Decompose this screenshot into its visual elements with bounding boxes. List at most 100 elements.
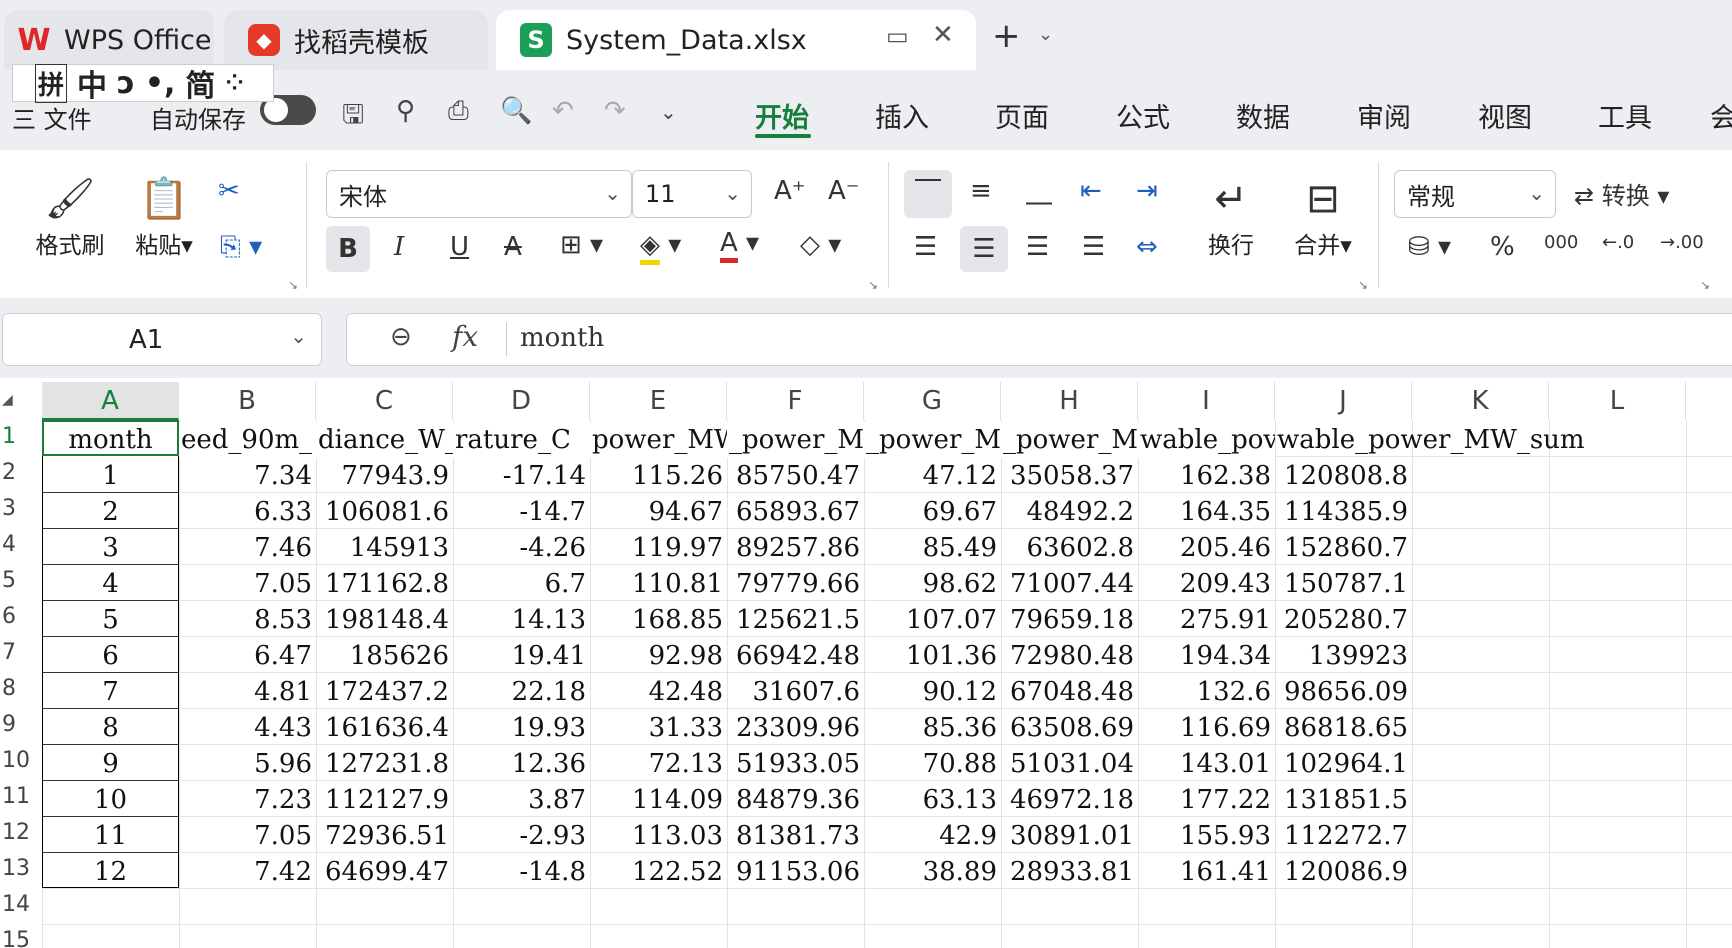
select-all-corner[interactable]: ◢ — [2, 392, 13, 408]
row-header-2[interactable]: 2 — [0, 460, 42, 485]
column-header-f[interactable]: F — [727, 382, 864, 420]
cell-i9[interactable]: 116.69 — [1138, 710, 1275, 746]
more-chevron-icon[interactable]: ⌄ — [660, 100, 677, 124]
cell-f2[interactable]: 85750.47 — [727, 458, 864, 494]
cell-i5[interactable]: 209.43 — [1138, 566, 1275, 602]
close-tab-icon[interactable]: ✕ — [932, 20, 954, 50]
column-header-a[interactable]: A — [42, 382, 179, 420]
row-header-10[interactable]: 10 — [0, 748, 42, 773]
cell-i3[interactable]: 164.35 — [1138, 494, 1275, 530]
cell-e13[interactable]: 122.52 — [590, 854, 727, 890]
cell-h5[interactable]: 71007.44 — [1001, 566, 1138, 602]
cell-d6[interactable]: 14.13 — [453, 602, 590, 638]
cell-e6[interactable]: 168.85 — [590, 602, 727, 638]
decrease-font-icon[interactable]: A⁻ — [828, 176, 860, 206]
print-icon[interactable]: ⎙ — [448, 96, 469, 127]
chevron-down-icon[interactable]: ⌄ — [290, 324, 307, 348]
row-header-3[interactable]: 3 — [0, 496, 42, 521]
cell-b11[interactable]: 7.23 — [179, 782, 316, 818]
cell-h10[interactable]: 51031.04 — [1001, 746, 1138, 782]
cell-d9[interactable]: 19.93 — [453, 710, 590, 746]
cell-header-j[interactable]: wable_power_MW_sum — [1275, 422, 1589, 458]
cell-g10[interactable]: 70.88 — [864, 746, 1001, 782]
column-header-c[interactable]: C — [316, 382, 453, 420]
cell-j13[interactable]: 120086.9 — [1275, 854, 1412, 890]
cell-g3[interactable]: 69.67 — [864, 494, 1001, 530]
cell-i8[interactable]: 132.6 — [1138, 674, 1275, 710]
align-right-icon[interactable]: ☰ — [1026, 232, 1049, 262]
cell-f3[interactable]: 65893.67 — [727, 494, 864, 530]
cell-h9[interactable]: 63508.69 — [1001, 710, 1138, 746]
cell-g5[interactable]: 98.62 — [864, 566, 1001, 602]
row-header-15[interactable]: 15 — [0, 928, 42, 948]
decrease-indent-icon[interactable]: ⇤ — [1080, 176, 1102, 206]
cell-d4[interactable]: -4.26 — [453, 530, 590, 566]
cell-header-h[interactable]: _power_M — [1001, 422, 1138, 458]
cell-j11[interactable]: 131851.5 — [1275, 782, 1412, 818]
cell-g8[interactable]: 90.12 — [864, 674, 1001, 710]
cell-h7[interactable]: 72980.48 — [1001, 638, 1138, 674]
cell-b7[interactable]: 6.47 — [179, 638, 316, 674]
cell-header-e[interactable]: power_MW — [590, 422, 727, 458]
cell-c12[interactable]: 72936.51 — [316, 818, 453, 854]
zoom-icon[interactable]: ⊖ — [390, 322, 412, 352]
cell-i13[interactable]: 161.41 — [1138, 854, 1275, 890]
underline-button[interactable]: U — [450, 232, 469, 262]
fill-color-icon[interactable]: ◈ ▾ — [640, 230, 681, 265]
tab-wps-office[interactable]: W WPS Office — [4, 10, 214, 70]
cell-g12[interactable]: 42.9 — [864, 818, 1001, 854]
decrease-decimal-icon[interactable]: →.00 — [1660, 232, 1704, 253]
row-header-11[interactable]: 11 — [0, 784, 42, 809]
print-preview-icon[interactable]: 🔍 — [500, 96, 532, 126]
cell-h13[interactable]: 28933.81 — [1001, 854, 1138, 890]
cell-h4[interactable]: 63602.8 — [1001, 530, 1138, 566]
ime-more-icon[interactable]: ⁘ — [225, 71, 243, 96]
cell-g2[interactable]: 47.12 — [864, 458, 1001, 494]
cell-c3[interactable]: 106081.6 — [316, 494, 453, 530]
cell-f13[interactable]: 91153.06 — [727, 854, 864, 890]
chevron-down-icon[interactable]: ⌄ — [1038, 24, 1053, 45]
increase-indent-icon[interactable]: ⇥ — [1136, 176, 1158, 206]
cell-d5[interactable]: 6.7 — [453, 566, 590, 602]
cell-d13[interactable]: -14.8 — [453, 854, 590, 890]
cell-d7[interactable]: 19.41 — [453, 638, 590, 674]
cell-b3[interactable]: 6.33 — [179, 494, 316, 530]
cell-d3[interactable]: -14.7 — [453, 494, 590, 530]
cell-h11[interactable]: 46972.18 — [1001, 782, 1138, 818]
undo-icon[interactable]: ↶ — [552, 96, 574, 126]
cell-b9[interactable]: 4.43 — [179, 710, 316, 746]
cell-b6[interactable]: 8.53 — [179, 602, 316, 638]
tab-tools[interactable]: 工具 — [1598, 96, 1652, 135]
align-bottom-icon[interactable]: ⎽ — [1026, 176, 1052, 207]
column-header-k[interactable]: K — [1412, 382, 1549, 420]
cell-f9[interactable]: 23309.96 — [727, 710, 864, 746]
column-header-l[interactable]: L — [1549, 382, 1686, 420]
cell-f6[interactable]: 125621.5 — [727, 602, 864, 638]
cell-e9[interactable]: 31.33 — [590, 710, 727, 746]
increase-font-icon[interactable]: A⁺ — [774, 176, 806, 206]
cut-icon[interactable]: ✂ — [218, 176, 240, 206]
distributed-icon[interactable]: ⇔ — [1136, 232, 1158, 262]
font-size-select[interactable]: 11 ⌄ — [632, 170, 752, 218]
cell-e11[interactable]: 114.09 — [590, 782, 727, 818]
cell-i10[interactable]: 143.01 — [1138, 746, 1275, 782]
strikethrough-button[interactable]: A — [504, 232, 522, 262]
cell-e2[interactable]: 115.26 — [590, 458, 727, 494]
cell-g13[interactable]: 38.89 — [864, 854, 1001, 890]
active-cell-a1[interactable] — [42, 420, 179, 456]
bold-button[interactable]: B — [326, 226, 370, 272]
align-top-button[interactable]: ⎺ — [904, 170, 952, 218]
cell-b12[interactable]: 7.05 — [179, 818, 316, 854]
cell-f7[interactable]: 66942.48 — [727, 638, 864, 674]
row-header-13[interactable]: 13 — [0, 856, 42, 881]
cell-header-d[interactable]: rature_C — [453, 422, 590, 458]
cell-g11[interactable]: 63.13 — [864, 782, 1001, 818]
cell-j7[interactable]: 139923 — [1275, 638, 1412, 674]
dialog-launcher-icon[interactable]: ↘ — [1700, 278, 1710, 292]
ime-simplified-icon[interactable]: 简 — [185, 61, 215, 105]
row-header-9[interactable]: 9 — [0, 712, 42, 737]
column-header-j[interactable]: J — [1275, 382, 1412, 420]
cell-c6[interactable]: 198148.4 — [316, 602, 453, 638]
copy-icon[interactable]: ⎘ ▾ — [220, 232, 262, 263]
column-header-b[interactable]: B — [179, 382, 316, 420]
